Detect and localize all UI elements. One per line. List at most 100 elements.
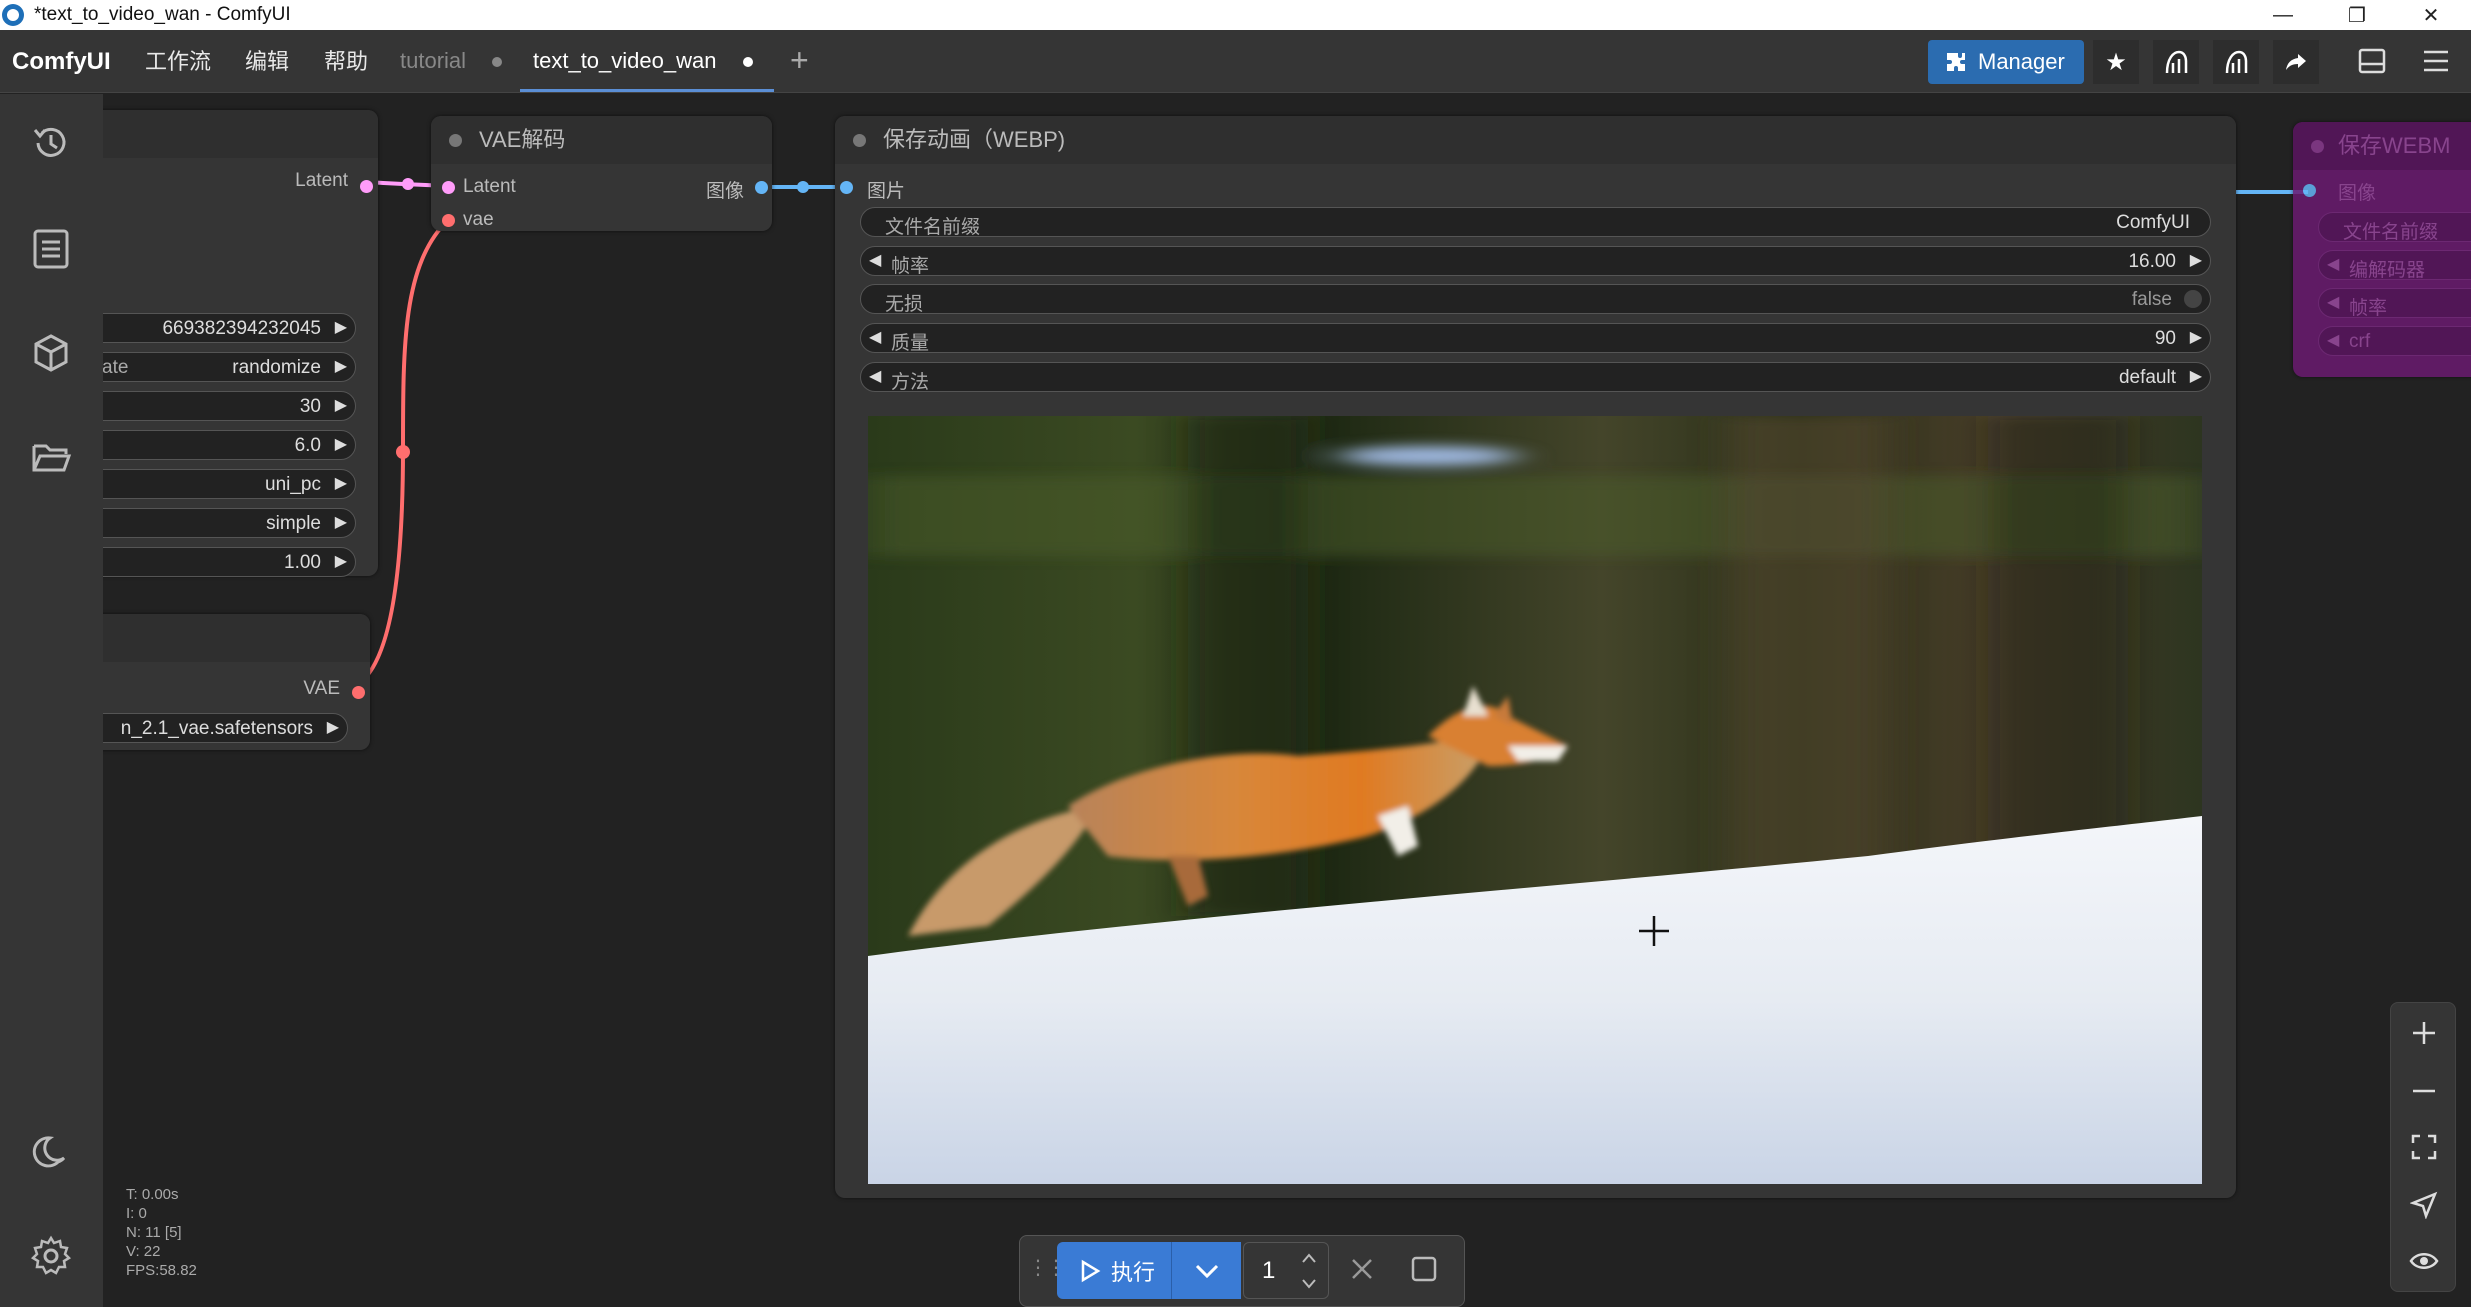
stat-v: V: 22	[126, 1243, 161, 1260]
star-icon[interactable]: ★	[2093, 40, 2139, 84]
method-widget[interactable]: ◀ 方法 default ▶	[860, 362, 2211, 393]
filename-prefix-widget[interactable]: 文件名前缀 ComfyUI	[860, 207, 2211, 238]
vae-output-label: VAE	[303, 678, 340, 699]
run-label: 执行	[1111, 1259, 1156, 1285]
zoom-in-icon[interactable]	[2391, 1005, 2457, 1061]
restore-button[interactable]: ❐	[2320, 0, 2394, 30]
tab-tutorial[interactable]: tutorial	[400, 30, 503, 93]
menu-edit[interactable]: 编辑	[245, 30, 289, 93]
latent-input-label: Latent	[463, 176, 516, 197]
manager-label: Manager	[1978, 49, 2065, 74]
puzzle-icon	[1947, 53, 1965, 71]
active-tab-indicator	[520, 89, 774, 92]
graph-canvas[interactable]: Latent 669382394232045 ▶ ate randomize ▶ 30…	[103, 94, 2471, 1307]
denoise-widget[interactable]: 1.00 ▶	[103, 547, 356, 577]
stat-time: T: 0.00s	[126, 1186, 179, 1203]
queue-history-icon[interactable]	[26, 118, 76, 168]
webm-codec-widget[interactable]: ◀ 编解码器	[2318, 250, 2471, 281]
theme-moon-icon[interactable]	[26, 1128, 76, 1178]
link-midpoint[interactable]	[396, 445, 410, 459]
node-title-bar[interactable]	[103, 110, 378, 158]
save-webp-title[interactable]: 保存动画（WEBP)	[835, 116, 2236, 164]
link-midpoint[interactable]	[797, 181, 809, 193]
select-mode-icon[interactable]	[2391, 1177, 2457, 1233]
close-window-button[interactable]: ✕	[2394, 0, 2468, 30]
image-input-slot[interactable]	[840, 181, 853, 194]
vae-name-widget[interactable]: n_2.1_vae.safetensors ▶	[103, 713, 348, 743]
toggle-links-eye-icon[interactable]	[2391, 1233, 2457, 1289]
image-output-slot[interactable]	[755, 181, 768, 194]
image-input-label: 图片	[867, 181, 906, 202]
tab-text-to-video-wan[interactable]: text_to_video_wan	[533, 30, 753, 93]
node-library-sidebar-icon[interactable]	[26, 224, 76, 274]
image-output-label: 图像	[705, 181, 744, 202]
cfg-widget[interactable]: 6.0 ▶	[103, 430, 356, 460]
batch-count-input[interactable]: 1	[1243, 1242, 1329, 1299]
lossless-toggle-widget[interactable]: 无损 false	[860, 284, 2211, 315]
webm-filename-widget[interactable]: 文件名前缀	[2318, 212, 2471, 243]
crosshair-cursor-icon	[1639, 916, 1669, 946]
tab-unsaved-dot[interactable]	[742, 57, 753, 68]
share-icon[interactable]	[2273, 40, 2319, 84]
latent-output-label: Latent	[295, 170, 348, 191]
comfyui-logo[interactable]: ComfyUI	[12, 30, 111, 93]
webm-crf-widget[interactable]: ◀ crf	[2318, 326, 2471, 356]
seed-widget[interactable]: 669382394232045 ▶	[103, 313, 356, 343]
save-webm-node[interactable]: 保存WEBM 图像 文件名前缀 ◀ 编解码器 ◀ 帧率 ◀ crf	[2293, 122, 2471, 377]
fps-widget[interactable]: ◀ 帧率 16.00 ▶	[860, 246, 2211, 277]
webm-fps-widget[interactable]: ◀ 帧率	[2318, 288, 2471, 319]
collapse-dot[interactable]	[2311, 140, 2324, 153]
latent-output-slot[interactable]	[360, 180, 373, 193]
scheduler-widget[interactable]: simple ▶	[103, 508, 356, 538]
chevron-down-icon	[1195, 1264, 1218, 1278]
tab-active-label: text_to_video_wan	[533, 48, 717, 73]
menu-help[interactable]: 帮助	[324, 30, 368, 93]
zoom-out-icon[interactable]	[2391, 1063, 2457, 1119]
animation-preview-image	[868, 416, 2202, 1184]
canvas-stats: T: 0.00s I: 0 N: 11 [5] V: 22 FPS:58.82	[126, 1185, 197, 1280]
ksampler-node[interactable]: Latent 669382394232045 ▶ ate randomize ▶ 30…	[103, 110, 378, 577]
window-title: *text_to_video_wan - ComfyUI	[34, 4, 291, 25]
collapse-dot[interactable]	[449, 134, 462, 147]
toggle-knob[interactable]	[2184, 290, 2202, 308]
collapse-dot[interactable]	[853, 134, 866, 147]
workflows-folder-icon[interactable]	[26, 432, 76, 482]
model-manager-icon[interactable]	[2153, 40, 2199, 84]
hamburger-menu-icon[interactable]	[2422, 48, 2450, 79]
chevron-down-icon[interactable]	[1300, 1277, 1318, 1291]
new-tab-button[interactable]: +	[790, 30, 809, 93]
stat-fps: FPS:58.82	[126, 1262, 197, 1279]
manager-button[interactable]: Manager	[1928, 40, 2084, 84]
settings-gear-icon[interactable]	[26, 1231, 76, 1281]
stop-icon[interactable]	[1410, 1255, 1438, 1288]
model-library-cube-icon[interactable]	[26, 328, 76, 378]
vae-decode-node[interactable]: VAE解码 Latent vae 图像	[431, 116, 772, 231]
left-sidebar	[0, 94, 103, 1307]
chevron-up-icon[interactable]	[1300, 1251, 1318, 1265]
batch-count-value: 1	[1262, 1257, 1276, 1284]
vae-loader-node[interactable]: VAE n_2.1_vae.safetensors ▶	[103, 614, 370, 750]
link-midpoint[interactable]	[402, 178, 414, 190]
vae-input-slot[interactable]	[442, 214, 455, 227]
control-after-generate-widget[interactable]: ate randomize ▶	[103, 352, 356, 382]
node-title-bar[interactable]	[103, 614, 370, 662]
vae-decode-title[interactable]: VAE解码	[431, 116, 772, 164]
minimize-button[interactable]: —	[2246, 0, 2320, 30]
stat-nodes: N: 11 [5]	[126, 1224, 182, 1241]
image-input-slot[interactable]	[2303, 184, 2316, 197]
run-mode-dropdown[interactable]	[1171, 1242, 1241, 1299]
menu-workflow[interactable]: 工作流	[145, 30, 211, 93]
quality-widget[interactable]: ◀ 质量 90 ▶	[860, 323, 2211, 354]
steps-widget[interactable]: 30 ▶	[103, 391, 356, 421]
sampler-name-widget[interactable]: uni_pc ▶	[103, 469, 356, 499]
fit-view-icon[interactable]	[2391, 1119, 2457, 1175]
node-library-icon[interactable]	[2213, 40, 2259, 84]
vae-output-slot[interactable]	[352, 686, 365, 699]
vae-input-label: vae	[463, 209, 494, 230]
latent-input-slot[interactable]	[442, 181, 455, 194]
tab-unsaved-dot[interactable]	[492, 57, 503, 68]
comfyui-app-icon	[2, 4, 24, 26]
cancel-run-icon[interactable]	[1348, 1255, 1376, 1288]
window-titlebar: *text_to_video_wan - ComfyUI — ❐ ✕	[0, 0, 2471, 30]
toggle-panel-icon[interactable]	[2358, 48, 2386, 79]
